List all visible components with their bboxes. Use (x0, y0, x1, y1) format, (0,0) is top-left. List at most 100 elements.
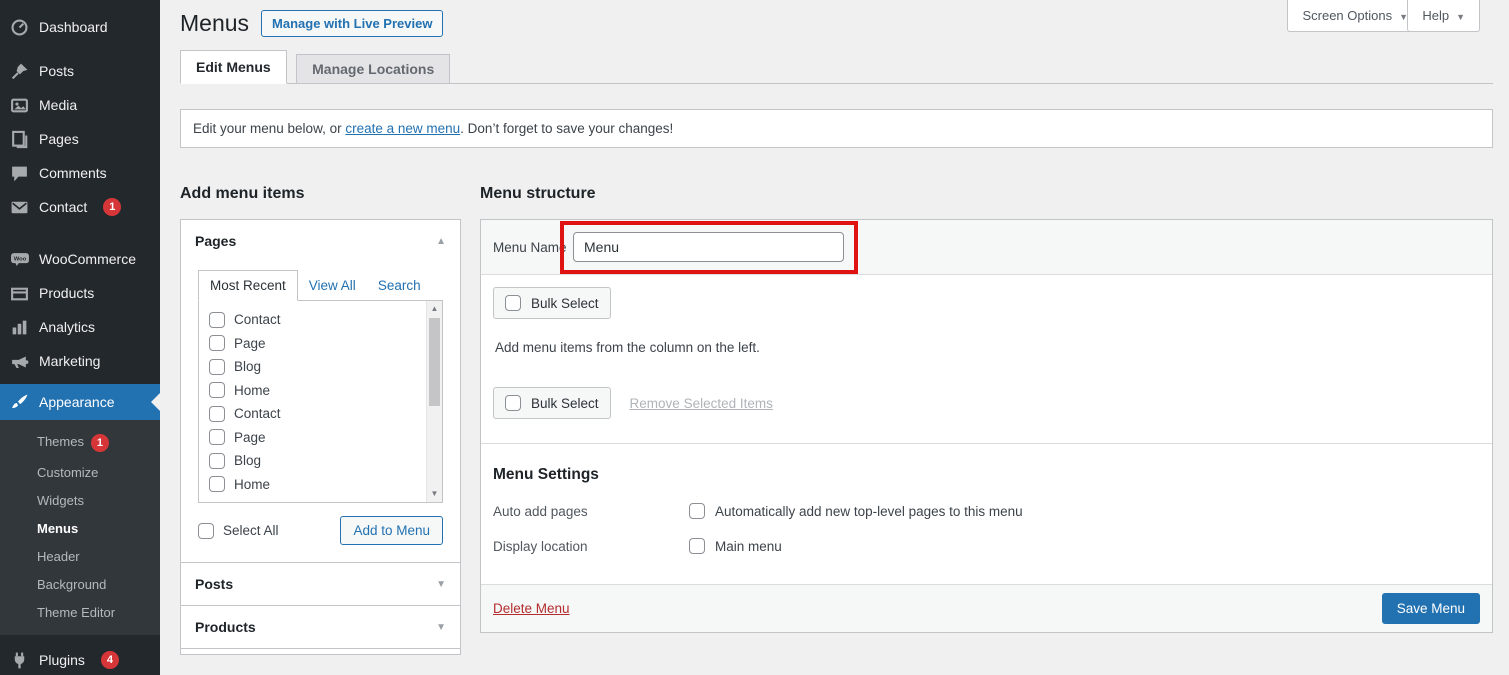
checkbox[interactable] (209, 382, 225, 398)
sidebar-item-posts[interactable]: Posts (0, 54, 160, 88)
sidebar-item-analytics[interactable]: Analytics (0, 310, 160, 344)
tab-view-all[interactable]: View All (298, 271, 367, 300)
comment-icon (9, 164, 30, 183)
sidebar-item-label: Products (39, 285, 94, 301)
manage-live-preview-button[interactable]: Manage with Live Preview (261, 10, 443, 37)
select-all-checkbox[interactable] (198, 523, 214, 539)
products-accordion-header[interactable]: Products ▼ (181, 606, 460, 648)
display-location-option[interactable]: Main menu (689, 538, 782, 554)
delete-menu-link[interactable]: Delete Menu (493, 601, 570, 616)
svg-text:Woo: Woo (13, 256, 26, 262)
plug-icon (9, 651, 30, 670)
sidebar-item-plugins[interactable]: Plugins 4 (0, 643, 160, 675)
page-checkbox-row[interactable]: Page (209, 426, 418, 450)
sidebar-item-woocommerce[interactable]: Woo WooCommerce (0, 242, 160, 276)
pages-filter-tabs: Most Recent View All Search (198, 270, 443, 300)
page-checkbox-row[interactable]: Blog (209, 355, 418, 379)
page-checkbox-row[interactable]: Home (209, 473, 418, 497)
submenu-item-theme-editor[interactable]: Theme Editor (0, 598, 160, 626)
main-menu-checkbox[interactable] (689, 538, 705, 554)
pages-checklist: Contact Page Blog Home Contact Page Blog… (198, 300, 443, 503)
sidebar-item-comments[interactable]: Comments (0, 156, 160, 190)
save-menu-button[interactable]: Save Menu (1382, 593, 1480, 624)
bulk-select-button[interactable]: Bulk Select (493, 287, 611, 319)
sidebar-item-pages[interactable]: Pages (0, 122, 160, 156)
sidebar-item-products[interactable]: Products (0, 276, 160, 310)
sidebar-item-dashboard[interactable]: Dashboard (0, 10, 160, 44)
sidebar-item-label: WooCommerce (39, 251, 136, 267)
scrollbar-thumb[interactable] (429, 318, 440, 406)
page-checkbox-row[interactable]: Blog (209, 449, 418, 473)
submenu-item-background[interactable]: Background (0, 570, 160, 598)
woocommerce-icon: Woo (9, 250, 30, 269)
sidebar-item-media[interactable]: Media (0, 88, 160, 122)
sidebar-item-label: Dashboard (39, 19, 108, 35)
menu-name-label: Menu Name (493, 240, 573, 255)
menu-structure-heading: Menu structure (480, 185, 1493, 203)
wordpress-admin-menus-page: Dashboard Posts Media Pages Comments Con… (0, 0, 1509, 675)
page-checkbox-row[interactable]: Contact (209, 308, 418, 332)
page-title: Menus (180, 10, 249, 37)
chevron-down-icon: ▼ (436, 579, 446, 590)
sidebar-item-label: Comments (39, 165, 107, 181)
checkbox[interactable] (209, 359, 225, 375)
create-new-menu-link[interactable]: create a new menu (345, 121, 460, 136)
auto-add-pages-option[interactable]: Automatically add new top-level pages to… (689, 503, 1023, 519)
pushpin-icon (9, 62, 30, 81)
select-all-control[interactable]: Select All (198, 523, 279, 539)
bulk-select-checkbox[interactable] (505, 295, 521, 311)
add-to-menu-button[interactable]: Add to Menu (340, 516, 443, 545)
page-checkbox-row[interactable]: Home (209, 379, 418, 403)
sidebar-item-contact[interactable]: Contact 1 (0, 190, 160, 224)
paintbrush-icon (9, 393, 30, 412)
bulk-select-checkbox[interactable] (505, 395, 521, 411)
checkbox[interactable] (209, 476, 225, 492)
themes-count-badge: 1 (91, 434, 109, 452)
add-items-accordion: Pages ▲ Most Recent View All Search Cont… (180, 219, 461, 655)
sidebar-item-marketing[interactable]: Marketing (0, 344, 160, 378)
auto-add-pages-checkbox[interactable] (689, 503, 705, 519)
pages-section: Pages ▲ Most Recent View All Search Cont… (181, 220, 460, 562)
contact-count-badge: 1 (103, 198, 121, 216)
list-scrollbar[interactable]: ▲ ▼ (426, 301, 442, 502)
posts-accordion-header[interactable]: Posts ▼ (181, 563, 460, 605)
megaphone-icon (9, 352, 30, 371)
checkbox[interactable] (209, 335, 225, 351)
help-button[interactable]: Help▼ (1407, 0, 1480, 32)
bulk-select-button-bottom[interactable]: Bulk Select (493, 387, 611, 419)
sidebar-item-label: Media (39, 97, 77, 113)
submenu-item-themes[interactable]: Themes1 (0, 427, 160, 458)
remove-selected-items-link[interactable]: Remove Selected Items (630, 396, 773, 411)
checkbox[interactable] (209, 406, 225, 422)
tab-edit-menus[interactable]: Edit Menus (180, 50, 287, 84)
appearance-submenu: Themes1 Customize Widgets Menus Header B… (0, 420, 160, 635)
submenu-item-menus[interactable]: Menus (0, 514, 160, 542)
display-location-label: Display location (493, 539, 689, 554)
plugins-count-badge: 4 (101, 651, 119, 669)
tab-search[interactable]: Search (367, 271, 432, 300)
sidebar-item-label: Pages (39, 131, 79, 147)
sidebar-item-appearance[interactable]: Appearance (0, 384, 160, 420)
menu-name-input[interactable] (573, 232, 844, 262)
submenu-item-customize[interactable]: Customize (0, 458, 160, 486)
page-checkbox-row[interactable]: Contact (209, 402, 418, 426)
tab-most-recent[interactable]: Most Recent (198, 270, 298, 301)
posts-section: Posts ▼ (181, 562, 460, 605)
checkbox[interactable] (209, 429, 225, 445)
checkbox[interactable] (209, 312, 225, 328)
sidebar-item-label: Appearance (39, 394, 115, 410)
submenu-item-header[interactable]: Header (0, 542, 160, 570)
page-checkbox-row[interactable]: Page (209, 332, 418, 356)
media-icon (9, 96, 30, 115)
scroll-up-icon[interactable]: ▲ (427, 301, 442, 317)
chevron-down-icon: ▼ (436, 622, 446, 633)
pages-accordion-header[interactable]: Pages ▲ (181, 220, 460, 262)
submenu-item-widgets[interactable]: Widgets (0, 486, 160, 514)
publishing-actions: Delete Menu Save Menu (481, 584, 1492, 632)
checkbox[interactable] (209, 453, 225, 469)
scroll-down-icon[interactable]: ▼ (427, 486, 442, 502)
sidebar-item-label: Plugins (39, 652, 85, 668)
tab-manage-locations[interactable]: Manage Locations (296, 54, 450, 84)
admin-sidebar: Dashboard Posts Media Pages Comments Con… (0, 0, 160, 675)
screen-options-button[interactable]: Screen Options▼ (1287, 0, 1423, 32)
